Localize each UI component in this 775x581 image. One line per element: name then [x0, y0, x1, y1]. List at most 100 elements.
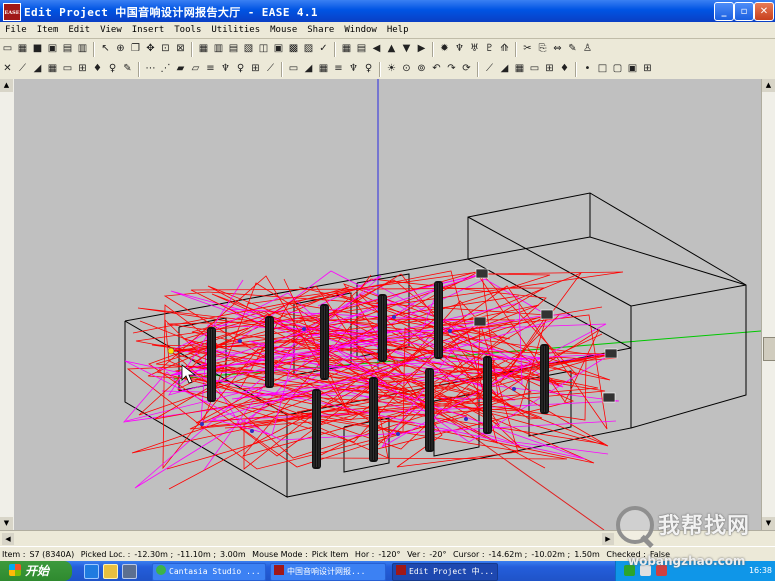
area-icon[interactable]: ⊞ [76, 62, 89, 76]
copy-icon[interactable]: ❐ [129, 42, 142, 56]
area-show-icon[interactable]: ▦ [317, 62, 330, 76]
rect-icon[interactable]: □ [596, 62, 609, 76]
selected-speaker-icon[interactable] [167, 347, 175, 355]
speaker-select-icon[interactable]: ♦ [558, 62, 571, 76]
edge-icon[interactable]: ▦ [46, 62, 59, 76]
desktop-quicklaunch-icon[interactable] [122, 564, 137, 579]
label-show-icon[interactable]: ≡ [332, 62, 345, 76]
menu-window[interactable]: Window [339, 22, 382, 38]
all-hide-icon[interactable]: ⊞ [249, 62, 262, 76]
speaker-hide-icon[interactable]: ♆ [219, 62, 232, 76]
print-icon[interactable]: ▣ [46, 42, 59, 56]
menu-share[interactable]: Share [302, 22, 339, 38]
window-icon[interactable]: ⊞ [641, 62, 654, 76]
ie-quicklaunch-icon[interactable] [84, 564, 99, 579]
face-icon[interactable]: ◢ [31, 62, 44, 76]
clock[interactable]: 16:38 [749, 561, 772, 581]
model-viewport[interactable] [14, 79, 761, 530]
light-icon[interactable]: ☀ [385, 62, 398, 76]
speaker-icon[interactable]: ♦ [91, 62, 104, 76]
edge-show-icon[interactable]: ▭ [287, 62, 300, 76]
scroll-left-arrow[interactable]: ◀ [2, 533, 14, 545]
delete-icon[interactable]: ✕ [1, 62, 14, 76]
label-hide-icon[interactable]: ≡ [204, 62, 217, 76]
undo-icon[interactable]: ↶ [430, 62, 443, 76]
speaker-pair-icon[interactable]: ♆ [453, 42, 466, 56]
start-button[interactable]: 开始 [0, 561, 72, 581]
area-select-icon[interactable]: ⊞ [543, 62, 556, 76]
speaker-icon[interactable] [475, 268, 489, 279]
ease-app-icon[interactable]: EASE [3, 3, 21, 21]
layer-icon[interactable]: ◫ [257, 42, 270, 56]
export-icon[interactable]: ▥ [76, 42, 89, 56]
view-front-icon[interactable]: ▥ [212, 42, 225, 56]
arrow-down-icon[interactable]: ▼ [400, 42, 413, 56]
point-icon[interactable]: • [581, 62, 594, 76]
hide-icon[interactable]: ⋯ [144, 62, 157, 76]
menu-insert[interactable]: Insert [127, 22, 170, 38]
menu-help[interactable]: Help [382, 22, 414, 38]
menu-file[interactable]: File [0, 22, 32, 38]
arrow-left-icon[interactable]: ◀ [370, 42, 383, 56]
speaker-show-icon[interactable]: ♆ [347, 62, 360, 76]
zoom-window-icon[interactable]: ⊠ [174, 42, 187, 56]
rays-icon[interactable]: ⟰ [498, 42, 511, 56]
paste-icon[interactable]: ⎘ [536, 42, 549, 56]
audience-icon[interactable]: ♙ [581, 42, 594, 56]
speaker-down-icon[interactable]: ♅ [468, 42, 481, 56]
listener-hide-icon[interactable]: ♀ [234, 62, 247, 76]
checks-icon[interactable]: ✓ [317, 42, 330, 56]
vertical-scrollbar[interactable]: ▲ ▼ [761, 79, 775, 530]
menu-tools[interactable]: Tools [169, 22, 206, 38]
arrow-up-icon[interactable]: ▲ [385, 42, 398, 56]
wall-hide-icon[interactable]: ▰ [174, 62, 187, 76]
vertex-select-icon[interactable]: ⟋ [483, 62, 496, 76]
close-button[interactable]: ✕ [754, 2, 774, 21]
save-icon[interactable]: ■ [31, 42, 44, 56]
listener-show-icon[interactable]: ♀ [362, 62, 375, 76]
task-report[interactable]: 中国音响设计网报... [270, 563, 386, 581]
refresh-icon[interactable]: ⟳ [460, 62, 473, 76]
task-camtasia[interactable]: Cantasia Studio ... [152, 563, 266, 581]
minimize-button[interactable]: _ [714, 2, 734, 21]
select-arrow-icon[interactable]: ↖ [99, 42, 112, 56]
speaker-icon[interactable] [473, 316, 487, 327]
task-edit-project[interactable]: Edit Project 中... [392, 563, 498, 581]
scroll-down-arrow-left[interactable]: ▼ [0, 517, 13, 530]
scroll-up-arrow[interactable]: ▲ [762, 79, 775, 92]
menu-mouse[interactable]: Mouse [265, 22, 302, 38]
scroll-up-arrow-left[interactable]: ▲ [0, 79, 13, 92]
menu-edit[interactable]: Edit [63, 22, 95, 38]
zoom-fit-icon[interactable]: ⊡ [159, 42, 172, 56]
target-icon[interactable]: ⊕ [114, 42, 127, 56]
print-preview-icon[interactable]: ▤ [61, 42, 74, 56]
speaker-icon[interactable] [604, 348, 618, 359]
new-icon[interactable]: ▭ [1, 42, 14, 56]
face-select-icon[interactable]: ▦ [513, 62, 526, 76]
properties-icon[interactable]: ✎ [566, 42, 579, 56]
view-side-icon[interactable]: ▤ [227, 42, 240, 56]
speaker-icon[interactable] [602, 392, 616, 403]
grid-icon[interactable]: ▦ [340, 42, 353, 56]
vertex-icon[interactable]: ⟋ [16, 62, 29, 76]
wall-select-icon[interactable]: ▭ [528, 62, 541, 76]
maximize-button[interactable]: ▫ [734, 2, 754, 21]
edge-select-icon[interactable]: ◢ [498, 62, 511, 76]
wall-icon[interactable]: ▭ [61, 62, 74, 76]
move-icon[interactable]: ✥ [144, 42, 157, 56]
left-scrollbar[interactable]: ▲ ▼ [0, 79, 15, 530]
mirror-icon[interactable]: ⇔ [551, 42, 564, 56]
cut-icon[interactable]: ✂ [521, 42, 534, 56]
pin-face-icon[interactable]: ⊚ [415, 62, 428, 76]
area-hide-icon[interactable]: ▱ [189, 62, 202, 76]
face-show-icon[interactable]: ⟋ [264, 62, 277, 76]
explorer-quicklaunch-icon[interactable] [103, 564, 118, 579]
room-wireframe[interactable] [14, 79, 761, 530]
room-icon[interactable]: ▣ [272, 42, 285, 56]
menu-view[interactable]: View [95, 22, 127, 38]
cube-icon[interactable]: ▣ [626, 62, 639, 76]
menu-utilities[interactable]: Utilities [206, 22, 265, 38]
view-top-icon[interactable]: ▦ [197, 42, 210, 56]
speaker-group-icon[interactable]: ♇ [483, 42, 496, 56]
scroll-thumb[interactable] [763, 337, 775, 361]
